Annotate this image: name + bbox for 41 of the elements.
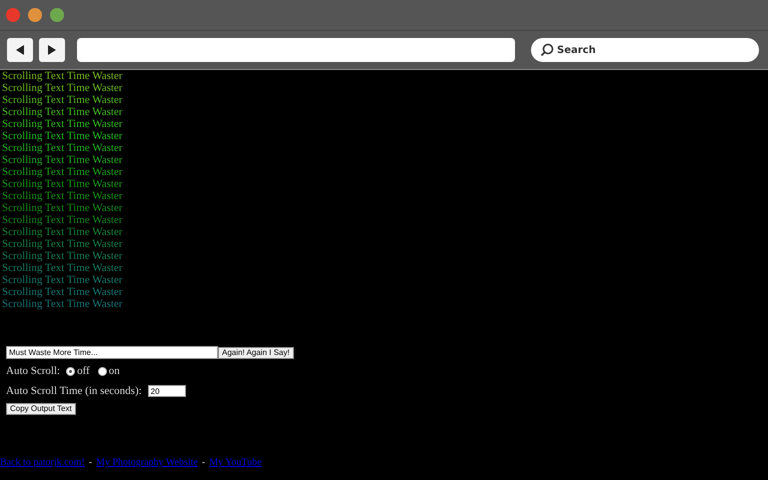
radio-button[interactable] [98,366,107,376]
scrolling-text-line: Scrolling Text Time Waster [2,226,124,238]
again-button[interactable]: Again! Again I Say! [218,346,294,358]
scrolling-text-line: Scrolling Text Time Waster [2,250,124,262]
right-triangle-icon [46,44,58,56]
scrolling-text-line: Scrolling Text Time Waster [2,190,124,202]
scrolling-text-line: Scrolling Text Time Waster [2,166,124,178]
back-button[interactable] [7,38,33,62]
scrolling-text-line: Scrolling Text Time Waster [2,82,124,94]
search-field[interactable]: Search [531,38,759,62]
auto-scroll-time-label: Auto Scroll Time (in seconds): [6,385,142,397]
forward-button[interactable] [39,38,65,62]
scrolling-text-line: Scrolling Text Time Waster [2,70,124,82]
scrolling-text-line: Scrolling Text Time Waster [2,262,124,274]
scrolling-text-line: Scrolling Text Time Waster [2,130,124,142]
search-icon [540,43,554,57]
scrolling-text-line: Scrolling Text Time Waster [2,94,124,106]
left-triangle-icon [14,44,26,56]
radio-label: off [77,365,90,377]
scrolling-text-line: Scrolling Text Time Waster [2,274,124,286]
scrolling-text-line: Scrolling Text Time Waster [2,298,124,310]
text-input[interactable]: Must Waste More Time... [6,346,218,359]
separator-text: - [88,457,92,468]
scrolling-text-line: Scrolling Text Time Waster [2,286,124,298]
radio-label: on [108,365,120,377]
minimize-icon[interactable] [28,8,42,22]
scrolling-text-line: Scrolling Text Time Waster [2,118,124,130]
scrolling-text-line: Scrolling Text Time Waster [2,202,124,214]
scrolling-text-line: Scrolling Text Time Waster [2,106,124,118]
scrolling-text-line: Scrolling Text Time Waster [2,214,124,226]
separator-text: - [202,457,206,468]
radio-button[interactable] [66,366,76,376]
scrolling-text-line: Scrolling Text Time Waster [2,154,124,166]
scrolling-text-line: Scrolling Text Time Waster [2,142,124,154]
auto-scroll-label: Auto Scroll: [6,365,60,377]
seconds-input[interactable]: 20 [148,385,186,397]
zoom-icon[interactable] [50,8,64,22]
copy-button[interactable]: Copy Output Text [6,403,76,415]
scrolling-text-line: Scrolling Text Time Waster [2,238,124,250]
address-field[interactable] [77,38,515,62]
scrolling-text-line: Scrolling Text Time Waster [2,178,124,190]
